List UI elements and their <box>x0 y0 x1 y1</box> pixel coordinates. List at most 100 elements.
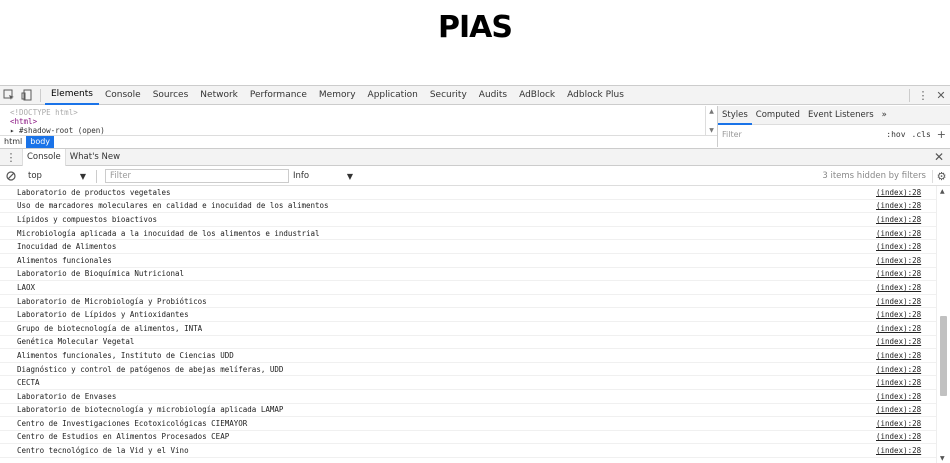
console-message-text: Laboratorio de Microbiología y Probiótic… <box>17 296 207 306</box>
main-tabs: Elements Console Sources Network Performance… <box>45 86 630 105</box>
hov-toggle[interactable]: :hov <box>886 130 905 139</box>
console-message-text: Laboratorio de Lípidos y Antioxidantes <box>17 310 189 320</box>
source-link[interactable]: (index):28 <box>876 269 936 278</box>
new-style-rule-icon[interactable]: + <box>937 128 946 141</box>
more-options-icon[interactable]: ⋮ <box>914 86 932 104</box>
toolbar-right: ⋮ ✕ <box>905 86 950 104</box>
context-selector[interactable]: top ▼ <box>22 171 92 181</box>
console-message: Genética Molecular Vegetal (index):28 <box>0 336 936 350</box>
console-message: LAOX (index):28 <box>0 281 936 295</box>
dom-html-line[interactable]: <html> <box>10 117 695 126</box>
source-link[interactable]: (index):28 <box>876 405 936 414</box>
source-link[interactable]: (index):28 <box>876 283 936 292</box>
source-link[interactable]: (index):28 <box>876 297 936 306</box>
console-message: Laboratorio de Bioquímica Nutricional (in… <box>0 268 936 282</box>
console-message: Microbiología aplicada a la inocuidad de… <box>0 227 936 241</box>
chevron-down-icon: ▼ <box>79 171 86 181</box>
breadcrumb-html[interactable]: html <box>0 136 26 148</box>
source-link[interactable]: (index):28 <box>876 256 936 265</box>
tab-console[interactable]: Console <box>99 86 147 105</box>
inspect-element-icon[interactable] <box>0 86 18 104</box>
console-message-text: Alimentos funcionales, Instituto de Cien… <box>17 350 234 360</box>
source-link[interactable]: (index):28 <box>876 337 936 346</box>
console-scrollbar[interactable]: ▲ ▼ <box>936 186 950 463</box>
tab-application[interactable]: Application <box>362 86 424 105</box>
tab-sources[interactable]: Sources <box>147 86 195 105</box>
drawer-menu-icon[interactable]: ⋮ <box>0 148 22 166</box>
clear-console-icon[interactable] <box>0 167 22 185</box>
tab-adblock-plus[interactable]: Adblock Plus <box>561 86 630 105</box>
console-message: Laboratorio de biotecnología y microbiol… <box>0 404 936 418</box>
console-message: Uso de marcadores moleculares en calidad… <box>0 200 936 214</box>
console-message: Centro de Investigaciones Ecotoxicológic… <box>0 417 936 431</box>
tab-computed[interactable]: Computed <box>752 106 804 125</box>
console-message: CECTA (index):28 <box>0 376 936 390</box>
dom-doctype-line[interactable]: <!DOCTYPE html> <box>10 108 695 117</box>
source-link[interactable]: (index):28 <box>876 324 936 333</box>
cls-toggle[interactable]: .cls <box>912 130 931 139</box>
log-level-selector[interactable]: Info ▼ <box>293 171 353 181</box>
devtools-main-toolbar: Elements Console Sources Network Performance… <box>0 86 950 105</box>
source-link[interactable]: (index):28 <box>876 365 936 374</box>
source-link[interactable]: (index):28 <box>876 310 936 319</box>
scroll-up-arrow-icon[interactable]: ▲ <box>940 188 945 195</box>
tab-memory[interactable]: Memory <box>313 86 362 105</box>
console-filter-input[interactable]: Filter <box>105 169 289 183</box>
console-toolbar: top ▼ Filter Info ▼ 3 items hidden by fi… <box>0 167 950 186</box>
console-message: Grupo de biotecnología de alimentos, INT… <box>0 322 936 336</box>
chevron-down-icon: ▼ <box>346 171 353 181</box>
tab-event-listeners[interactable]: Event Listeners <box>804 106 878 125</box>
console-message: Laboratorio de Lípidos y Antioxidantes (i… <box>0 308 936 322</box>
console-message: Alimentos funcionales (index):28 <box>0 254 936 268</box>
scrollbar-thumb[interactable] <box>940 316 947 396</box>
styles-filter-input[interactable]: Filter <box>722 130 742 139</box>
dom-shadow-root-line[interactable]: ▸ #shadow-root (open) <box>10 126 695 135</box>
source-link[interactable]: (index):28 <box>876 351 936 360</box>
tab-console[interactable]: Console <box>22 148 66 166</box>
console-message-text: Inocuidad de Alimentos <box>17 242 117 252</box>
tab-styles[interactable]: Styles <box>718 106 752 125</box>
console-message: Centro tecnológico de la Vid y el Vino (i… <box>0 444 936 458</box>
tab-security[interactable]: Security <box>424 86 473 105</box>
console-message-text: CECTA <box>17 378 40 388</box>
source-link[interactable]: (index):28 <box>876 392 936 401</box>
styles-tabs: Styles Computed Event Listeners » <box>718 106 950 125</box>
console-message: Diagnóstico y control de patógenos de ab… <box>0 363 936 377</box>
scroll-down-arrow-icon[interactable]: ▼ <box>940 455 945 462</box>
console-message-text: Laboratorio de Envases <box>17 391 117 401</box>
gear-icon[interactable]: ⚙ <box>932 169 950 183</box>
console-message-text: Alimentos funcionales <box>17 255 112 265</box>
source-link[interactable]: (index):28 <box>876 229 936 238</box>
source-link[interactable]: (index):28 <box>876 446 936 455</box>
device-toolbar-icon[interactable] <box>18 86 36 104</box>
close-drawer-icon[interactable]: ✕ <box>928 150 950 164</box>
breadcrumb: html body <box>0 135 717 148</box>
console-message-text: Centro tecnológico de la Vid y el Vino <box>17 446 189 456</box>
dom-tree-scrollbar[interactable]: ▲ ▼ <box>705 106 717 136</box>
console-messages: Laboratorio de productos vegetales (index… <box>0 186 936 463</box>
scroll-up-arrow-icon[interactable]: ▲ <box>709 108 714 115</box>
source-link[interactable]: (index):28 <box>876 419 936 428</box>
toolbar-divider <box>40 88 41 102</box>
more-tabs-icon[interactable]: » <box>878 106 891 125</box>
source-link[interactable]: (index):28 <box>876 201 936 210</box>
tab-adblock[interactable]: AdBlock <box>513 86 561 105</box>
close-devtools-icon[interactable]: ✕ <box>932 86 950 104</box>
source-link[interactable]: (index):28 <box>876 242 936 251</box>
console-message-text: Laboratorio de productos vegetales <box>17 187 171 197</box>
tab-audits[interactable]: Audits <box>473 86 513 105</box>
scroll-down-arrow-icon[interactable]: ▼ <box>709 127 714 134</box>
breadcrumb-body[interactable]: body <box>26 135 55 148</box>
console-message-text: Lípidos y compuestos bioactivos <box>17 214 157 224</box>
tab-whats-new[interactable]: What's New <box>66 149 124 166</box>
tab-performance[interactable]: Performance <box>244 86 313 105</box>
dom-tree[interactable]: <!DOCTYPE html> <html> ▸ #shadow-root (o… <box>0 106 705 136</box>
console-message: Inocuidad de Alimentos (index):28 <box>0 240 936 254</box>
tab-elements[interactable]: Elements <box>45 86 99 105</box>
source-link[interactable]: (index):28 <box>876 432 936 441</box>
source-link[interactable]: (index):28 <box>876 378 936 387</box>
source-link[interactable]: (index):28 <box>876 215 936 224</box>
tab-network[interactable]: Network <box>194 86 244 105</box>
source-link[interactable]: (index):28 <box>876 188 936 197</box>
toolbar-divider <box>96 169 97 183</box>
